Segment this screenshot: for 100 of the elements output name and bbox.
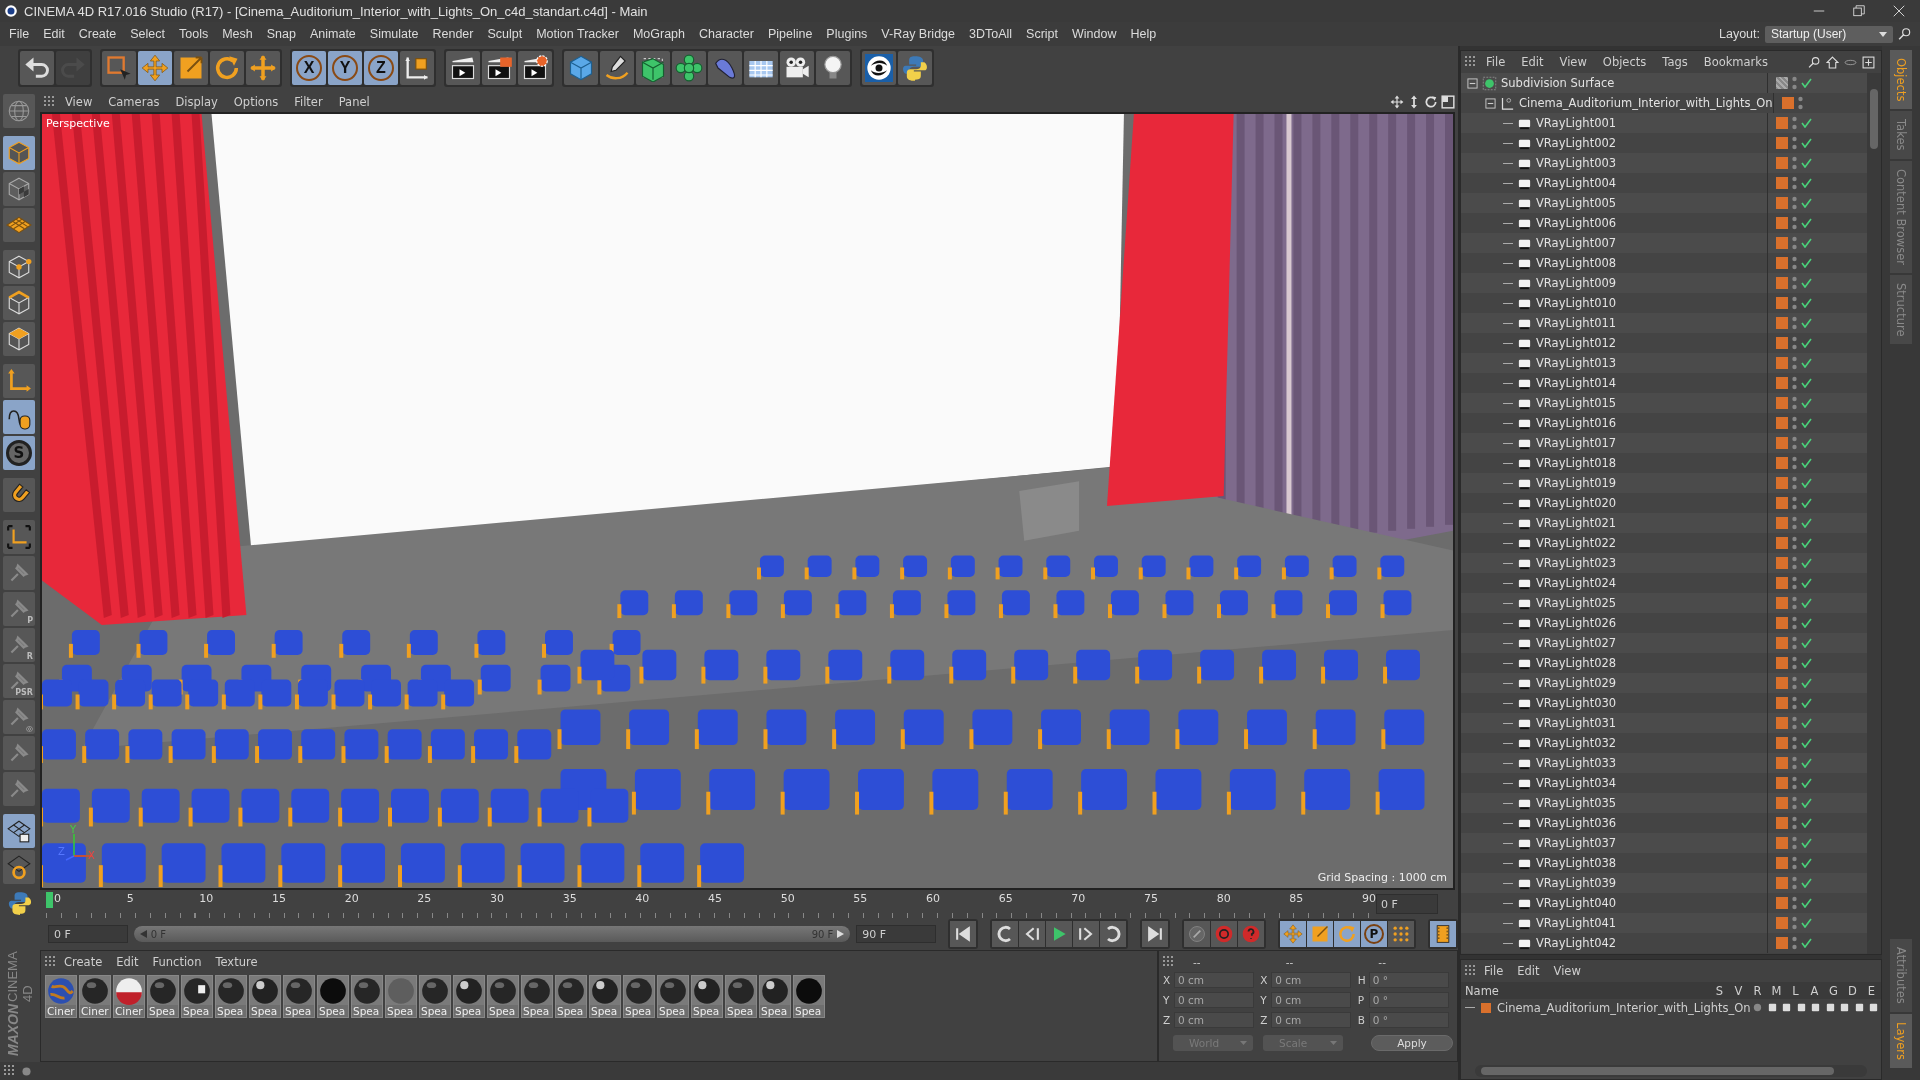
menu-item[interactable]: V-Ray Bridge (874, 27, 962, 41)
visibility-dots-icon[interactable] (1792, 736, 1797, 750)
object-row[interactable]: VRayLight013 (1461, 353, 1867, 373)
column-header[interactable]: E (1862, 983, 1881, 998)
end-frame-field[interactable]: 90 F (856, 925, 936, 943)
swirl-logo-button[interactable] (862, 51, 896, 85)
panel-grip-icon[interactable] (4, 1065, 16, 1077)
question-key-button[interactable] (1238, 921, 1264, 947)
material-swatch[interactable]: Spea (249, 975, 281, 1018)
visibility-dots-icon[interactable] (1792, 216, 1797, 230)
object-row[interactable]: VRayLight029 (1461, 673, 1867, 693)
checkmark-icon[interactable] (1801, 418, 1812, 428)
checkmark-icon[interactable] (1801, 178, 1812, 188)
object-row[interactable]: VRayLight015 (1461, 393, 1867, 413)
menu-item[interactable]: Snap (259, 27, 303, 41)
visibility-dots-icon[interactable] (1792, 636, 1797, 650)
checkmark-icon[interactable] (1801, 278, 1812, 288)
object-row[interactable]: VRayLight037 (1461, 833, 1867, 853)
menu-item[interactable]: Tools (172, 27, 216, 41)
layer-row[interactable]: Cinema_Auditorium_Interior_with_Lights_On (1461, 999, 1881, 1016)
pin-tool-button[interactable]: P (3, 592, 35, 626)
column-header[interactable]: D (1843, 983, 1862, 998)
checkmark-icon[interactable] (1801, 318, 1812, 328)
column-header[interactable]: Name (1461, 983, 1710, 998)
checkmark-icon[interactable] (1801, 518, 1812, 528)
column-header[interactable]: S (1710, 983, 1729, 998)
cube-outline-button[interactable] (3, 136, 35, 170)
material-swatch[interactable]: Spea (657, 975, 689, 1018)
checkmark-icon[interactable] (1801, 498, 1812, 508)
cube-polygon-button[interactable] (3, 322, 35, 356)
object-row[interactable]: VRayLight003 (1461, 153, 1867, 173)
clapperboard-button[interactable] (482, 51, 516, 85)
layer-swatch[interactable] (1776, 257, 1788, 269)
restore-icon[interactable] (1852, 4, 1866, 18)
checkmark-icon[interactable] (1801, 298, 1812, 308)
visibility-dots-icon[interactable] (1792, 396, 1797, 410)
layout-dropdown[interactable]: Startup (User) (1765, 25, 1893, 43)
layer-swatch[interactable] (1776, 697, 1788, 709)
visibility-dots-icon[interactable] (1792, 836, 1797, 850)
layer-swatch[interactable] (1776, 237, 1788, 249)
scale-button[interactable] (174, 51, 208, 85)
column-header[interactable]: G (1824, 983, 1843, 998)
checkmark-icon[interactable] (1801, 598, 1812, 608)
object-row[interactable]: VRayLight007 (1461, 233, 1867, 253)
checkmark-icon[interactable] (1801, 918, 1812, 928)
material-swatch[interactable]: Spea (521, 975, 553, 1018)
checkmark-icon[interactable] (1801, 258, 1812, 268)
panel-grip-icon[interactable] (1163, 956, 1175, 968)
play-button[interactable] (1046, 921, 1072, 947)
object-row[interactable]: Subdivision Surface (1461, 73, 1867, 93)
pin-tool-button[interactable] (3, 772, 35, 806)
objects-menu-item[interactable]: Edit (1514, 55, 1551, 69)
material-swatch[interactable]: Ciner (45, 975, 77, 1018)
cube-edge-button[interactable] (3, 286, 35, 320)
visibility-dots-icon[interactable] (1792, 316, 1797, 330)
menu-item[interactable]: Render (425, 27, 481, 41)
visibility-dots-icon[interactable] (1792, 436, 1797, 450)
visibility-dots-icon[interactable] (1792, 596, 1797, 610)
material-menu-item[interactable]: Function (145, 955, 209, 969)
coordinate-field[interactable]: 0 cm (1271, 972, 1352, 988)
objects-menu-item[interactable]: Objects (1595, 55, 1654, 69)
objects-menu-item[interactable]: View (1552, 55, 1594, 69)
layer-swatch[interactable] (1776, 177, 1788, 189)
layers-menu-item[interactable]: Edit (1510, 964, 1547, 978)
visibility-dots-icon[interactable] (1792, 856, 1797, 870)
visibility-dots-icon[interactable] (1792, 476, 1797, 490)
layer-swatch[interactable] (1776, 217, 1788, 229)
menu-item[interactable]: Animate (302, 27, 363, 41)
checkmark-icon[interactable] (1801, 138, 1812, 148)
layer-swatch[interactable] (1781, 97, 1794, 109)
visibility-dots-icon[interactable] (1792, 756, 1797, 770)
visibility-dots-icon[interactable] (1792, 76, 1797, 90)
material-swatch[interactable]: Spea (453, 975, 485, 1018)
column-header[interactable]: M (1767, 983, 1786, 998)
cube-point-button[interactable] (3, 250, 35, 284)
layer-swatch[interactable] (1776, 557, 1788, 569)
layer-swatch[interactable] (1776, 817, 1788, 829)
coordinate-field[interactable]: 0 cm (1174, 1012, 1254, 1028)
layer-swatch[interactable] (1776, 497, 1788, 509)
undo-button[interactable] (20, 51, 54, 85)
view-menu-item[interactable]: Cameras (101, 95, 167, 109)
checkmark-icon[interactable] (1801, 338, 1812, 348)
menu-item[interactable]: Simulate (362, 27, 426, 41)
material-menu-item[interactable]: Edit (109, 955, 146, 969)
checkmark-icon[interactable] (1801, 218, 1812, 228)
current-frame-field[interactable]: 0 F (1376, 894, 1438, 914)
checkmark-icon[interactable] (1801, 818, 1812, 828)
playhead-marker[interactable] (46, 892, 53, 908)
menu-item[interactable]: Pipeline (760, 27, 820, 41)
visibility-dots-icon[interactable] (1792, 616, 1797, 630)
material-swatch[interactable]: Spea (555, 975, 587, 1018)
start-frame-field[interactable]: 0 F (48, 925, 128, 943)
view-menu-item[interactable]: Filter (287, 95, 330, 109)
menu-item[interactable]: File (2, 27, 37, 41)
visibility-dots-icon[interactable] (1792, 136, 1797, 150)
search-icon[interactable] (1898, 27, 1912, 41)
dot-grid-button[interactable] (1388, 921, 1414, 947)
objects-menu-item[interactable]: File (1479, 55, 1513, 69)
rotate-button[interactable] (210, 51, 244, 85)
checkmark-icon[interactable] (1801, 78, 1812, 88)
